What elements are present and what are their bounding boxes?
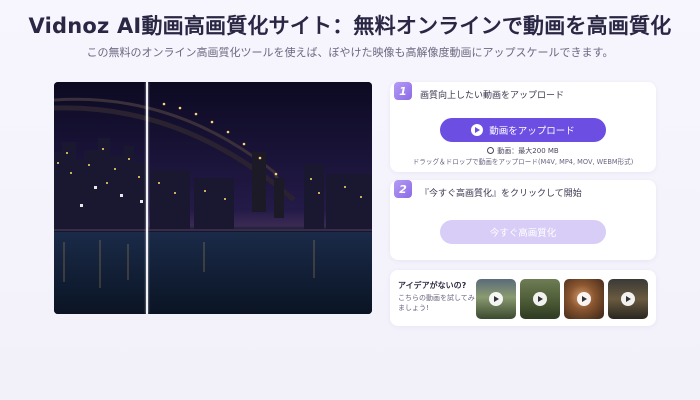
step-number-badge: 2 <box>394 180 412 198</box>
enhance-step-card: 2 『今すぐ高画質化』をクリックして開始 今すぐ高画質化 <box>390 180 656 260</box>
play-circle-icon <box>471 124 484 136</box>
sample-video-thumbnail[interactable] <box>564 279 604 319</box>
upload-button-label: 動画をアップロード <box>489 126 575 137</box>
step-instruction: 『今すぐ高画質化』をクリックして開始 <box>420 189 582 199</box>
sample-video-thumbnail[interactable] <box>608 279 648 319</box>
night-city-bridge-image <box>54 82 372 314</box>
sample-videos-card: アイデアがないの? こちらの動画を試してみましょう! <box>390 270 656 326</box>
upload-step-card: 1 画質向上したい動画をアップロード 動画をアップロード 動画：最大200 MB… <box>390 82 656 172</box>
sample-video-thumbnail[interactable] <box>476 279 516 319</box>
supported-formats-text: ドラッグ＆ドロップで動画をアップロード(M4V, MP4, MOV, WEBM形… <box>412 158 634 166</box>
step-instruction: 画質向上したい動画をアップロード <box>420 91 565 101</box>
comparison-slider-handle[interactable] <box>146 82 148 314</box>
step-number-badge: 1 <box>394 82 412 100</box>
ideas-subtitle: こちらの動画を試してみましょう! <box>398 294 475 312</box>
play-icon <box>533 292 547 306</box>
sample-video-thumbnail[interactable] <box>520 279 560 319</box>
upload-video-button[interactable]: 動画をアップロード <box>440 118 606 142</box>
ideas-title: アイデアがないの? <box>398 281 467 290</box>
play-icon <box>489 292 503 306</box>
page-subtitle: この無料のオンライン高画質化ツールを使えば、ぼやけた映像も高解像度動画にアップス… <box>86 46 614 59</box>
file-size-limit: 動画：最大200 MB <box>390 146 656 156</box>
before-after-comparison-image[interactable] <box>54 82 372 314</box>
clock-icon <box>487 147 495 154</box>
page-title: Vidnoz AI動画高画質化サイト：無料オンラインで動画を高画質化 <box>28 14 672 38</box>
play-icon <box>621 292 635 306</box>
enhance-now-button[interactable]: 今すぐ高画質化 <box>440 220 606 244</box>
play-icon <box>577 292 591 306</box>
